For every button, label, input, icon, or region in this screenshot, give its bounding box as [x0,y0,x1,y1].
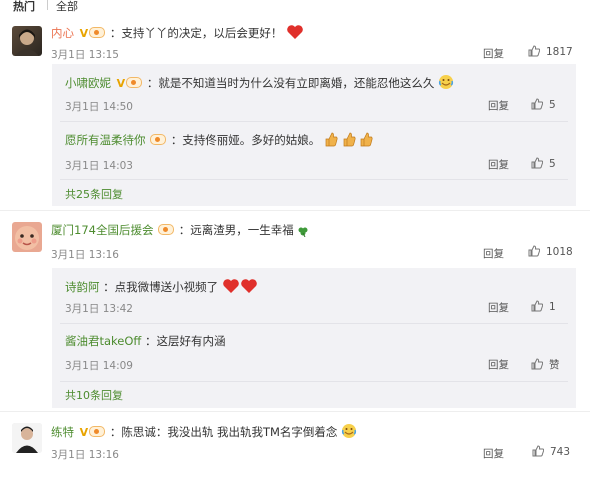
clover-emoji [297,225,309,240]
v-badge-icon: V [79,426,89,439]
like-button[interactable]: 5 [531,157,556,170]
reply-button[interactable]: 回复 [483,246,504,261]
reply-button[interactable]: 回复 [483,46,504,61]
like-count: 1817 [546,46,573,58]
reply-list: 诗韵阿 ：点我微博送小视频了 3月1日 13:42 回复 1 酱油君takeOf… [52,268,576,408]
more-replies-link[interactable]: 共25条回复 [65,186,123,202]
reply-username[interactable]: 愿所有温柔待你 [65,133,146,147]
reply-button[interactable]: 回复 [488,98,509,113]
like-button[interactable]: 743 [532,445,570,458]
comment-item: 厦门174全国后援会 ：远离渣男，一生幸福 3月1日 13:16 回复 1018… [0,216,590,408]
vip-badge-icon [158,224,175,235]
comment-tabs: 热门 全部 [0,0,590,14]
reply-username[interactable]: 小啸欧妮 [65,76,111,90]
thumbs-up-icon [528,45,541,57]
reply-button[interactable]: 回复 [488,157,509,172]
avatar-image [15,29,39,56]
like-label: 赞 [549,359,560,371]
like-count: 743 [550,446,571,458]
vip-badge-icon [126,77,143,88]
comment-divider [0,411,590,412]
comment-timestamp: 3月1日 13:16 [51,449,119,461]
reply-timestamp: 3月1日 14:50 [65,101,133,113]
comment-timestamp: 3月1日 13:15 [51,49,119,61]
like-button[interactable]: 1817 [528,45,573,58]
reply-text: ：就是不知道当时为什么没有立即离婚，还能忍他这么久 [146,76,435,90]
reply-button[interactable]: 回复 [483,446,504,461]
like-count: 5 [549,99,556,111]
like-button[interactable]: 1018 [528,245,573,258]
like-button[interactable]: 1 [531,300,556,313]
red-heart-emoji [240,278,258,297]
tears-of-joy-emoji [438,74,454,93]
comment-username[interactable]: 厦门174全国后援会 [51,223,153,237]
v-badge-icon: V [116,77,126,90]
reply-timestamp: 3月1日 13:42 [65,303,133,315]
reply-timestamp: 3月1日 14:03 [65,160,133,172]
red-heart-emoji [286,24,304,43]
like-count: 1018 [546,246,573,258]
reply-item: 酱油君takeOff ：这层好有内涵 3月1日 14:09 回复 赞 [52,324,576,380]
thumbs-up-icon [531,98,544,110]
comment-item: 内心 V ：支持丫丫的决定，以后会更好！ 3月1日 13:15 回复 1817 … [0,18,590,208]
avatar-image [12,423,42,453]
tab-hot[interactable]: 热门 [13,0,35,14]
avatar[interactable] [12,423,42,453]
reply-text: ：点我微博送小视频了 [103,280,219,294]
reply-timestamp: 3月1日 14:09 [65,360,133,372]
comment-divider [0,210,590,211]
comment-text: ：支持丫丫的决定，以后会更好！ [109,26,283,40]
reply-username[interactable]: 酱油君takeOff [65,334,141,348]
comment-username[interactable]: 练特 [51,425,74,439]
reply-divider [60,381,568,382]
thumbs-up-emoji [342,131,356,150]
like-count: 5 [549,158,556,170]
tab-all[interactable]: 全部 [56,0,78,14]
reply-username[interactable]: 诗韵阿 [65,280,100,294]
reply-text: ：支持佟丽娅。多好的姑娘。 [170,133,321,147]
comment-username[interactable]: 内心 [51,26,74,40]
thumbs-up-icon [532,445,545,457]
comment-item: 练特 V ：陈思诚：我没出轨 我出轨我TM名字倒着念 3月1日 13:16 回复… [0,417,590,477]
tab-separator [47,0,48,10]
avatar[interactable] [12,26,42,56]
like-button[interactable]: 赞 [531,357,560,372]
thumbs-up-icon [531,157,544,169]
like-count: 1 [549,301,556,313]
thumbs-up-icon [531,300,544,312]
vip-badge-icon [89,426,106,437]
thumbs-up-icon [528,245,541,257]
red-heart-emoji [222,278,240,297]
more-replies-link[interactable]: 共10条回复 [65,387,123,403]
comment-timestamp: 3月1日 13:16 [51,249,119,261]
comment-text: ：陈思诚：我没出轨 我出轨我TM名字倒着念 [109,425,338,439]
vip-badge-icon [150,134,167,145]
vip-badge-icon [89,27,106,38]
reply-item: 愿所有温柔待你 ：支持佟丽娅。多好的姑娘。 3月1日 14:03 回复 5 [52,122,576,178]
reply-text: ：这层好有内涵 [145,334,226,348]
reply-item: 小啸欧妮 V ：就是不知道当时为什么没有立即离婚，还能忍他这么久 3月1日 14… [52,64,576,120]
thumbs-up-emoji [324,131,338,150]
reply-divider [60,179,568,180]
v-badge-icon: V [79,27,89,40]
tears-of-joy-emoji [341,423,357,442]
reply-button[interactable]: 回复 [488,300,509,315]
comment-text: ：远离渣男，一生幸福 [178,223,294,237]
avatar-image [15,226,39,250]
reply-button[interactable]: 回复 [488,357,509,372]
reply-list: 小啸欧妮 V ：就是不知道当时为什么没有立即离婚，还能忍他这么久 3月1日 14… [52,64,576,206]
avatar[interactable] [12,222,42,252]
like-button[interactable]: 5 [531,98,556,111]
thumbs-up-emoji [359,131,373,150]
reply-item: 诗韵阿 ：点我微博送小视频了 3月1日 13:42 回复 1 [52,268,576,324]
thumbs-up-icon [531,358,544,370]
